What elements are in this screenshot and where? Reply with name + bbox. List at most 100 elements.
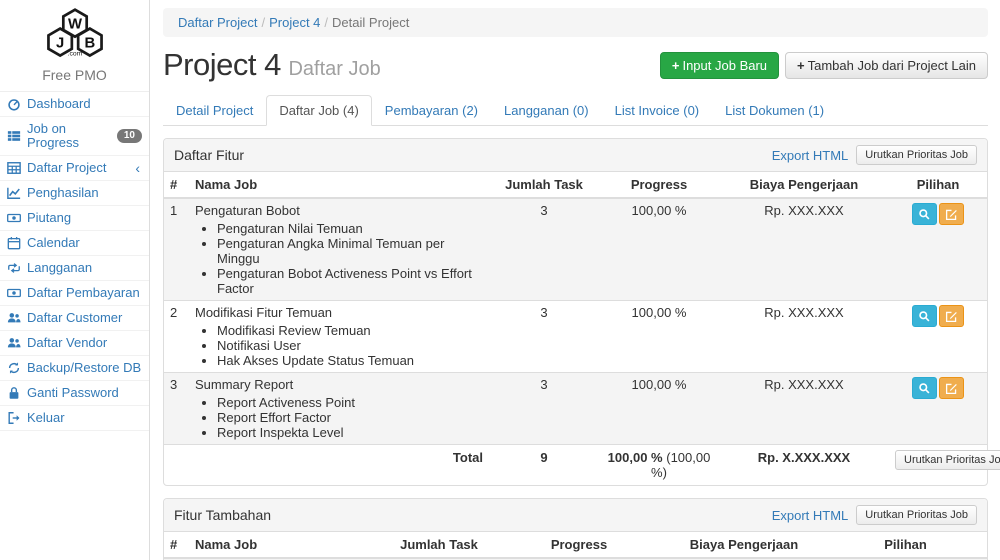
daftar-fitur-table: # Nama Job Jumlah Task Progress Biaya Pe… xyxy=(164,172,987,485)
sidebar-item-label: Langganan xyxy=(27,261,92,275)
edit-job-button[interactable] xyxy=(939,203,964,225)
tab-langganan[interactable]: Langganan (0) xyxy=(491,95,602,126)
sidebar-item-label: Piutang xyxy=(27,211,71,225)
export-html-link[interactable]: Export HTML xyxy=(772,508,849,523)
edit-job-button[interactable] xyxy=(939,377,964,399)
panel-heading: Fitur Tambahan Export HTML Urutkan Prior… xyxy=(164,499,987,532)
edit-icon xyxy=(945,208,958,221)
page-subtitle: Daftar Job xyxy=(288,58,380,80)
edit-icon xyxy=(945,310,958,323)
col-header-pilihan: Pilihan xyxy=(824,532,987,558)
job-name: Modifikasi Fitur Temuan xyxy=(195,305,483,321)
tasks-icon xyxy=(7,129,21,143)
panel-title: Daftar Fitur xyxy=(174,147,772,163)
brand-block: W J B .com Free PMO xyxy=(0,0,149,91)
refresh-icon xyxy=(7,361,21,375)
sidebar-item-daftar-project[interactable]: Daftar Project ‹ xyxy=(0,156,149,181)
sidebar-item-job-on-progress[interactable]: Job on Progress 10 xyxy=(0,117,149,156)
tambah-job-dari-project-lain-button[interactable]: +Tambah Job dari Project Lain xyxy=(785,52,988,79)
total-progress: 100,00 % (100,00 %) xyxy=(599,445,719,486)
sidebar-item-label: Penghasilan xyxy=(27,186,99,200)
urutkan-prioritas-job-button[interactable]: Urutkan Prioritas Job xyxy=(895,450,1000,470)
progress-value: 100,00 % xyxy=(599,301,719,373)
sidebar-item-langganan[interactable]: Langganan xyxy=(0,256,149,281)
panel-title: Fitur Tambahan xyxy=(174,507,772,523)
job-subitem: Report Effort Factor xyxy=(217,410,483,425)
row-number: 1 xyxy=(164,198,189,301)
sidebar-item-label: Daftar Project xyxy=(27,161,106,175)
sidebar-item-backup-restore-db[interactable]: Backup/Restore DB xyxy=(0,356,149,381)
sidebar-item-dashboard[interactable]: Dashboard xyxy=(0,92,149,117)
job-subitem: Report Activeness Point xyxy=(217,395,483,410)
col-header-nama-job: Nama Job xyxy=(189,172,489,198)
page-title: Project 4 xyxy=(163,47,281,82)
sidebar-item-label: Job on Progress xyxy=(27,122,111,150)
sidebar-item-keluar[interactable]: Keluar xyxy=(0,406,149,431)
users-icon xyxy=(7,311,21,325)
sidebar-item-label: Daftar Pembayaran xyxy=(27,286,140,300)
sidebar-item-label: Daftar Customer xyxy=(27,311,122,325)
panel-heading: Daftar Fitur Export HTML Urutkan Priorit… xyxy=(164,139,987,172)
tab-pembayaran[interactable]: Pembayaran (2) xyxy=(372,95,491,126)
input-job-baru-button[interactable]: +Input Job Baru xyxy=(660,52,779,79)
sidebar-item-label: Calendar xyxy=(27,236,80,250)
breadcrumb-link-project-4[interactable]: Project 4 xyxy=(269,15,320,30)
urutkan-prioritas-job-button[interactable]: Urutkan Prioritas Job xyxy=(856,505,977,525)
export-html-link[interactable]: Export HTML xyxy=(772,148,849,163)
lock-icon xyxy=(7,386,21,400)
logo-letter-j: J xyxy=(56,36,64,52)
col-header-progress: Progress xyxy=(599,172,719,198)
view-job-button[interactable] xyxy=(912,305,937,327)
sidebar-item-ganti-password[interactable]: Ganti Password xyxy=(0,381,149,406)
breadcrumb: Daftar Project / Project 4 / Detail Project xyxy=(163,8,988,37)
job-subitem: Pengaturan Nilai Temuan xyxy=(217,221,483,236)
total-label: Total xyxy=(189,445,489,486)
breadcrumb-link-daftar-project[interactable]: Daftar Project xyxy=(178,15,257,30)
breadcrumb-separator: / xyxy=(261,15,265,30)
sidebar: W J B .com Free PMO Dashboard Job on Pro… xyxy=(0,0,150,560)
sidebar-item-daftar-customer[interactable]: Daftar Customer xyxy=(0,306,149,331)
table-header-row: # Nama Job Jumlah Task Progress Biaya Pe… xyxy=(164,532,987,558)
sidebar-item-daftar-vendor[interactable]: Daftar Vendor xyxy=(0,331,149,356)
sidebar-item-label: Daftar Vendor xyxy=(27,336,107,350)
header-buttons: +Input Job Baru +Tambah Job dari Project… xyxy=(660,52,988,79)
plus-icon: + xyxy=(672,58,680,73)
tab-list-invoice[interactable]: List Invoice (0) xyxy=(602,95,713,126)
progress-value: 100,00 % xyxy=(599,373,719,445)
page-title-block: Project 4 Daftar Job xyxy=(163,47,381,83)
sidebar-item-daftar-pembayaran[interactable]: Daftar Pembayaran xyxy=(0,281,149,306)
biaya-value: Rp. XXX.XXX xyxy=(719,373,889,445)
panel-fitur-tambahan: Fitur Tambahan Export HTML Urutkan Prior… xyxy=(163,498,988,560)
plus-icon: + xyxy=(797,58,805,73)
logo-sub: .com xyxy=(67,51,82,58)
breadcrumb-separator: / xyxy=(324,15,328,30)
breadcrumb-current: Detail Project xyxy=(332,15,409,30)
sidebar-item-penghasilan[interactable]: Penghasilan xyxy=(0,181,149,206)
fitur-tambahan-table: # Nama Job Jumlah Task Progress Biaya Pe… xyxy=(164,532,987,560)
table-icon xyxy=(7,161,21,175)
edit-job-button[interactable] xyxy=(939,305,964,327)
tab-detail-project[interactable]: Detail Project xyxy=(163,95,266,126)
sidebar-item-calendar[interactable]: Calendar xyxy=(0,231,149,256)
total-row: Total 9 100,00 % (100,00 %) Rp. X.XXX.XX… xyxy=(164,445,987,486)
users-icon xyxy=(7,336,21,350)
brand-name: Free PMO xyxy=(0,67,149,83)
jumlah-task-value: 3 xyxy=(489,198,599,301)
job-subitem: Notifikasi User xyxy=(217,338,483,353)
job-subitems: Modifikasi Review Temuan Notifikasi User… xyxy=(203,323,483,368)
tab-daftar-job[interactable]: Daftar Job (4) xyxy=(266,95,371,126)
job-subitem: Pengaturan Bobot Activeness Point vs Eff… xyxy=(217,266,483,296)
tab-bar: Detail Project Daftar Job (4) Pembayaran… xyxy=(163,95,988,126)
search-icon xyxy=(918,310,931,323)
col-header-biaya: Biaya Pengerjaan xyxy=(719,172,889,198)
tab-list-dokumen[interactable]: List Dokumen (1) xyxy=(712,95,837,126)
panel-daftar-fitur: Daftar Fitur Export HTML Urutkan Priorit… xyxy=(163,138,988,486)
job-subitems: Pengaturan Nilai Temuan Pengaturan Angka… xyxy=(203,221,483,296)
progress-value: 100,00 % xyxy=(599,198,719,301)
sidebar-item-piutang[interactable]: Piutang xyxy=(0,206,149,231)
view-job-button[interactable] xyxy=(912,203,937,225)
table-row: 3 Summary Report Report Activeness Point… xyxy=(164,373,987,445)
retweet-icon xyxy=(7,261,21,275)
view-job-button[interactable] xyxy=(912,377,937,399)
urutkan-prioritas-job-button[interactable]: Urutkan Prioritas Job xyxy=(856,145,977,165)
